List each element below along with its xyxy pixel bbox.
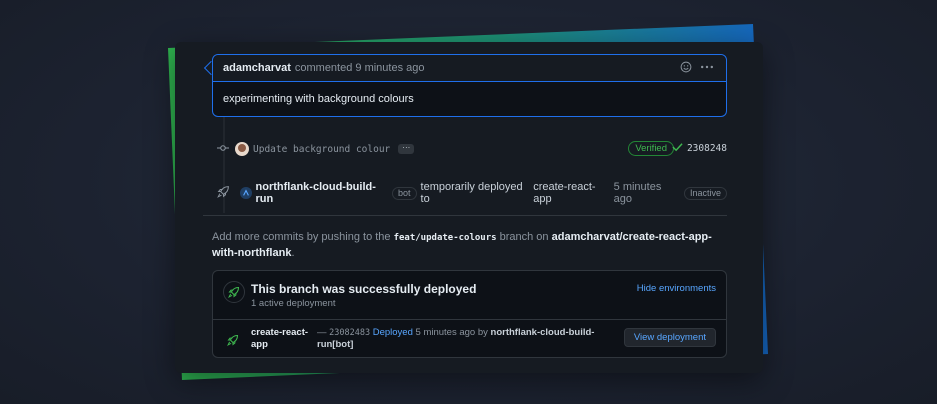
deploy-event-row: northflank-cloud-build-run bot temporari… bbox=[217, 181, 727, 205]
branch-name: feat/update-colours bbox=[393, 233, 497, 243]
deploy-time[interactable]: 5 minutes ago bbox=[614, 181, 680, 205]
deployment-meta: — 23082483 Deployed 5 minutes ago by nor… bbox=[317, 327, 607, 351]
rocket-icon bbox=[227, 333, 239, 351]
hint-prefix: Add more commits by pushing to the bbox=[212, 231, 391, 243]
view-deployment-button[interactable]: View deployment bbox=[623, 328, 716, 347]
hint-suffix: . bbox=[291, 247, 295, 259]
bot-badge: bot bbox=[392, 186, 417, 200]
check-icon bbox=[672, 142, 683, 155]
deployment-entry: create-react-app — 23082483 Deployed 5 m… bbox=[213, 320, 726, 358]
comment-author[interactable]: adamcharvat bbox=[223, 62, 291, 74]
deploy-actor[interactable]: northflank-cloud-build-run bbox=[256, 181, 388, 205]
commit-sha-group: 2308248 bbox=[672, 142, 727, 155]
deployment-title: This branch was successfully deployed bbox=[251, 282, 477, 296]
verified-badge[interactable]: Verified bbox=[628, 141, 674, 156]
rocket-icon bbox=[223, 281, 245, 303]
deployment-subtitle: 1 active deployment bbox=[251, 298, 336, 309]
expand-commit-button[interactable]: ··· bbox=[398, 144, 415, 154]
environment-name[interactable]: create-react-app bbox=[251, 327, 313, 351]
commit-message[interactable]: Update background colour bbox=[253, 144, 390, 155]
kebab-horizontal-icon[interactable] bbox=[700, 61, 714, 76]
deployment-sha[interactable]: 23082483 bbox=[329, 328, 370, 338]
deployed-link[interactable]: Deployed bbox=[373, 327, 413, 338]
divider bbox=[203, 215, 727, 216]
rocket-icon bbox=[217, 185, 230, 201]
bot-avatar[interactable] bbox=[240, 187, 252, 199]
commit-sha[interactable]: 2308248 bbox=[687, 143, 727, 154]
comment-body: experimenting with background colours bbox=[223, 93, 414, 105]
deploy-action: temporarily deployed to bbox=[420, 181, 523, 205]
git-commit-icon bbox=[217, 142, 229, 157]
avatar[interactable] bbox=[235, 142, 249, 156]
comment-box: adamcharvat commented 9 minutes ago expe… bbox=[212, 54, 727, 117]
meta-dash: — bbox=[317, 327, 327, 338]
deployment-time: 5 minutes ago by bbox=[415, 327, 488, 338]
inactive-badge: Inactive bbox=[683, 186, 727, 200]
push-hint: Add more commits by pushing to the feat/… bbox=[212, 230, 712, 261]
deployment-box: This branch was successfully deployed 1 … bbox=[212, 270, 727, 358]
hint-middle: branch on bbox=[499, 231, 549, 243]
deploy-environment[interactable]: create-react-app bbox=[533, 181, 610, 205]
comment-meta[interactable]: commented 9 minutes ago bbox=[295, 62, 425, 74]
deployment-summary: This branch was successfully deployed 1 … bbox=[213, 271, 726, 320]
smiley-icon[interactable] bbox=[680, 61, 692, 76]
commit-row: Update background colour ··· Verified 23… bbox=[217, 140, 727, 158]
hide-environments-button[interactable]: Hide environments bbox=[637, 283, 716, 294]
comment-header: adamcharvat commented 9 minutes ago bbox=[213, 55, 726, 82]
